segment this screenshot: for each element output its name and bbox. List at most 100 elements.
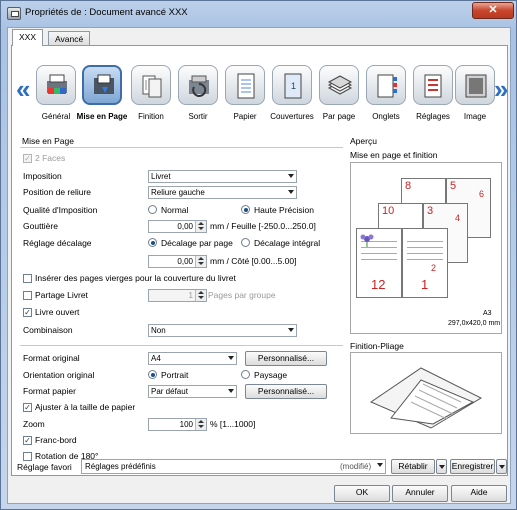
quality-normal-radio[interactable] xyxy=(148,205,157,214)
layout-icon xyxy=(82,65,122,105)
tab-xxx[interactable]: XXX xyxy=(12,29,44,46)
zoom-value: 100 xyxy=(179,420,193,429)
spinner-icon[interactable] xyxy=(195,290,206,301)
insert-blank-checkbox[interactable] xyxy=(23,274,32,283)
landscape-radio[interactable] xyxy=(241,370,250,379)
tab-panel: « » Général Mise en Page Finition Sortir… xyxy=(11,45,508,476)
chevron-down-icon xyxy=(439,465,445,469)
open-booklet-label: Livre ouvert xyxy=(35,307,80,317)
original-format-select[interactable]: A4 xyxy=(148,352,237,365)
preview-subtitle: Mise en page et finition xyxy=(350,150,438,160)
ribbon-tabs[interactable]: Onglets xyxy=(363,65,409,125)
restore-dropdown[interactable] xyxy=(436,459,447,474)
paper-format-label: Format papier xyxy=(23,386,76,396)
gutter-input[interactable]: 0,00 xyxy=(148,220,207,233)
zoom-label: Zoom xyxy=(23,419,45,429)
imposition-select[interactable]: Livret xyxy=(148,170,297,183)
imposition-value: Livret xyxy=(151,172,171,181)
rotate-checkbox[interactable] xyxy=(23,452,32,461)
binding-select[interactable]: Reliure gauche xyxy=(148,186,297,199)
text-line xyxy=(407,259,443,260)
covers-icon: 1 xyxy=(272,65,312,105)
two-sided-label: 2 Faces xyxy=(35,153,66,163)
ok-button[interactable]: OK xyxy=(334,485,390,502)
ribbon-paper[interactable]: Papier xyxy=(222,65,268,125)
ribbon-output[interactable]: Sortir xyxy=(175,65,221,125)
page-number: 1 xyxy=(421,277,429,292)
page-number: 4 xyxy=(455,213,461,223)
shift-per-page-radio[interactable] xyxy=(148,238,157,247)
imposition-label: Imposition xyxy=(23,171,62,181)
svg-text:1: 1 xyxy=(291,81,296,91)
two-sided-checkbox[interactable]: ✓ xyxy=(23,154,32,163)
ribbon-covers[interactable]: 1 Couvertures xyxy=(269,65,315,125)
finishing-icon xyxy=(131,65,171,105)
ribbon-layout[interactable]: Mise en Page xyxy=(77,65,127,125)
open-booklet-checkbox[interactable]: ✓ xyxy=(23,308,32,317)
chevron-down-icon xyxy=(288,328,294,332)
paper-divider xyxy=(20,345,343,346)
landscape-label: Paysage xyxy=(254,370,288,380)
chevron-down-icon xyxy=(288,174,294,178)
settings-icon xyxy=(413,65,453,105)
original-custom-button[interactable]: Personnalisé... xyxy=(245,351,327,366)
gutter-value: 0,00 xyxy=(177,222,193,231)
combination-value: Non xyxy=(151,326,166,335)
shift-full-label: Décalage intégral xyxy=(254,238,321,248)
paper-custom-button[interactable]: Personnalisé... xyxy=(245,384,327,399)
chevron-down-icon xyxy=(288,190,294,194)
properties-window: Propriétés de : Document avancé XXX ✕ XX… xyxy=(0,0,517,510)
booklet-preview: 8 5 6 10 3 4 12 1 2 A3 297,0x420,0 mm xyxy=(350,162,502,334)
cancel-button[interactable]: Annuler xyxy=(392,485,448,502)
layout-divider xyxy=(20,147,343,148)
combination-label: Combinaison xyxy=(23,325,73,335)
favorites-value: Réglages prédéfinis xyxy=(85,462,156,471)
spinner-icon[interactable] xyxy=(195,221,206,232)
restore-button[interactable]: Rétablir xyxy=(391,459,435,474)
help-button[interactable]: Aide xyxy=(451,485,507,502)
folding-preview xyxy=(350,352,502,434)
ribbon-finishing[interactable]: Finition xyxy=(128,65,174,125)
split-booklet-input[interactable]: 1 xyxy=(148,289,207,302)
combination-select[interactable]: Non xyxy=(148,324,297,337)
save-button[interactable]: Enregistrer xyxy=(450,459,495,474)
chevron-down-icon xyxy=(228,389,234,393)
window-title: Propriétés de : Document avancé XXX xyxy=(25,7,188,18)
layout-group-title: Mise en Page xyxy=(22,136,74,146)
title-bar: Propriétés de : Document avancé XXX ✕ xyxy=(1,1,516,27)
save-dropdown[interactable] xyxy=(496,459,507,474)
binding-value: Reliure gauche xyxy=(151,188,205,197)
favorites-field[interactable]: Réglages prédéfinis (modifié) xyxy=(81,459,386,474)
zoom-unit: % [1...1000] xyxy=(210,419,256,429)
text-line xyxy=(407,253,443,254)
spinner-icon[interactable] xyxy=(195,419,206,430)
image-icon xyxy=(455,65,495,105)
split-booklet-checkbox[interactable] xyxy=(23,291,32,300)
fit-checkbox[interactable]: ✓ xyxy=(23,403,32,412)
dialog-client: XXX Avancé « » Général Mise en Page Fini… xyxy=(7,27,511,504)
ribbon-per-page[interactable]: Par page xyxy=(316,65,362,125)
close-button[interactable]: ✕ xyxy=(472,2,514,19)
favorites-state: (modifié) xyxy=(340,462,372,471)
per-page-icon xyxy=(319,65,359,105)
zoom-input[interactable]: 100 xyxy=(148,418,207,431)
spinner-icon[interactable] xyxy=(195,256,206,267)
shift-full-radio[interactable] xyxy=(241,238,250,247)
ribbon-image[interactable]: Image xyxy=(452,65,498,125)
tab-avance[interactable]: Avancé xyxy=(48,31,91,46)
shift-value: 0,00 xyxy=(177,257,193,266)
page-number: 5 xyxy=(450,180,457,192)
ribbon-left-arrow[interactable]: « xyxy=(16,76,30,102)
favorites-dropdown[interactable] xyxy=(373,460,385,473)
ribbon-image-label: Image xyxy=(463,112,487,121)
quality-label: Qualité d'Imposition xyxy=(23,205,98,215)
paper-icon xyxy=(225,65,265,105)
printer-icon xyxy=(7,7,21,20)
bleed-checkbox[interactable]: ✓ xyxy=(23,436,32,445)
shift-input[interactable]: 0,00 xyxy=(148,255,207,268)
portrait-radio[interactable] xyxy=(148,370,157,379)
paper-format-select[interactable]: Par défaut xyxy=(148,385,237,398)
insert-blank-label: Insérer des pages vierges pour la couver… xyxy=(35,273,236,283)
page-number: 10 xyxy=(382,205,395,217)
quality-high-radio[interactable] xyxy=(241,205,250,214)
